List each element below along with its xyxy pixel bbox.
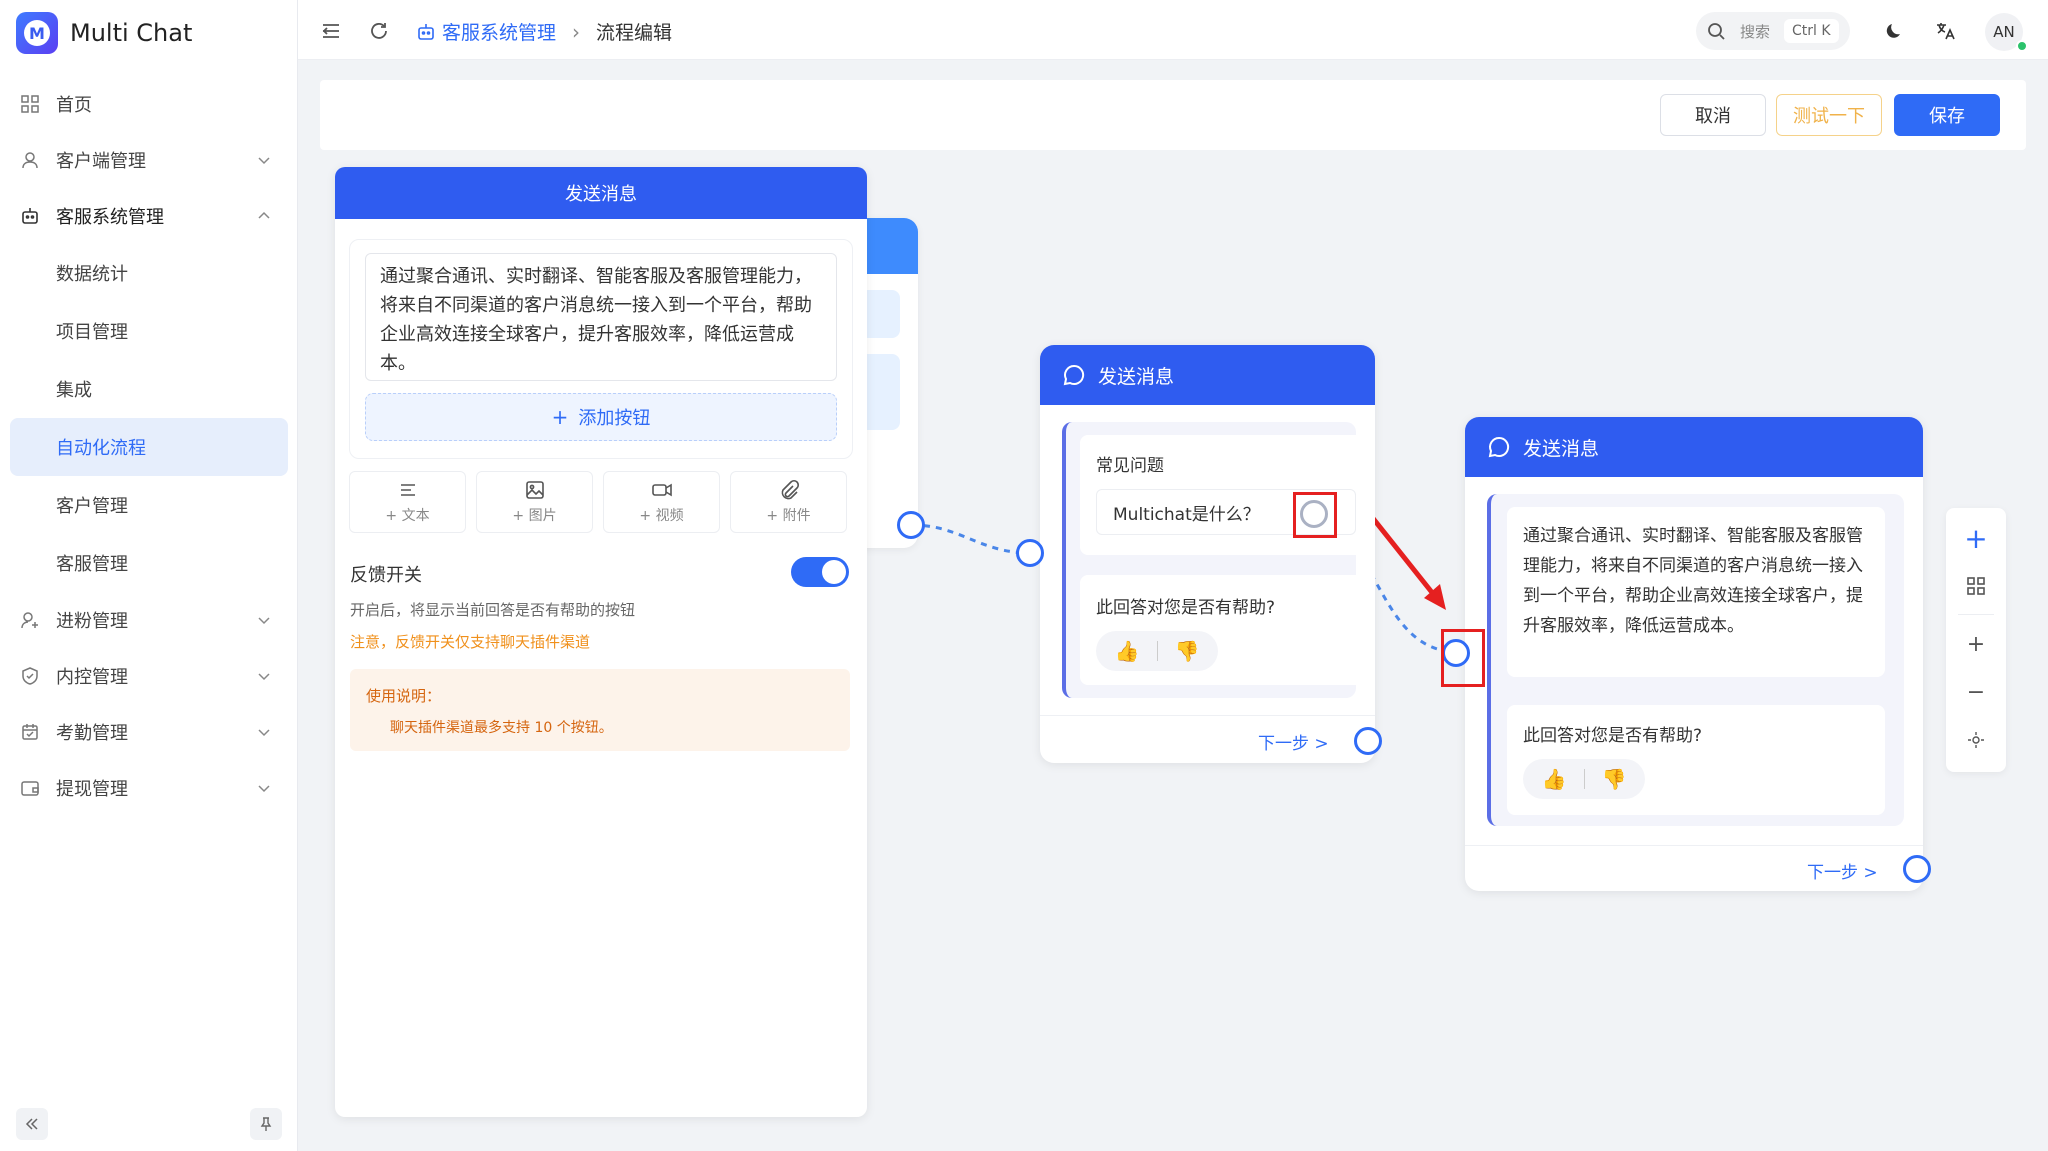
paperclip-icon <box>781 479 799 500</box>
next-step-link[interactable]: 下一步 > <box>1258 729 1329 754</box>
node-divider <box>1040 715 1375 716</box>
canvas-zoom-toolbar: + + − <box>1946 508 2006 772</box>
chat-bubble-icon <box>1488 436 1510 458</box>
faq-question-label: Multichat是什么？ <box>1113 504 1260 525</box>
plus-icon: + <box>551 405 569 429</box>
add-text-button[interactable]: + 文本 <box>349 471 466 533</box>
output-port[interactable] <box>1354 727 1382 755</box>
toggle-knob <box>822 560 846 584</box>
panel-title: 发送消息 <box>335 167 867 219</box>
add-node-icon[interactable]: + <box>1964 522 1988 555</box>
divider <box>1156 641 1158 661</box>
usage-notice: 使用说明： 聊天插件渠道最多支持 10 个按钮。 <box>350 669 850 751</box>
type-button-label: + 图片 <box>512 508 557 524</box>
thumbs-up-icon[interactable]: 👍 <box>1115 639 1140 663</box>
node-edit-panel: 发送消息 通过聚合通讯、实时翻译、智能客服及客服管理能力，将来自不同渠道的客户消… <box>335 167 867 1117</box>
type-button-label: + 文本 <box>385 508 430 524</box>
feedback-buttons: 👍 👎 <box>1523 759 1645 799</box>
feedback-buttons: 👍 👎 <box>1096 631 1218 671</box>
flow-node-answer[interactable]: 发送消息 通过聚合通讯、实时翻译、智能客服及客服管理能力，将来自不同渠道的客户消… <box>1465 417 1923 891</box>
annotation-box <box>1293 492 1337 538</box>
annotation-box <box>1441 629 1485 687</box>
zoom-out-icon[interactable]: − <box>1964 680 1988 705</box>
thumbs-down-icon[interactable]: 👎 <box>1175 639 1200 663</box>
fit-view-icon[interactable] <box>1964 728 1988 752</box>
divider <box>1583 769 1585 789</box>
image-icon <box>525 481 544 499</box>
usage-text: 聊天插件渠道最多支持 10 个按钮。 <box>390 720 613 736</box>
output-port[interactable] <box>897 511 925 539</box>
output-port[interactable] <box>1903 855 1931 883</box>
add-image-button[interactable]: + 图片 <box>476 471 593 533</box>
node-divider <box>1465 845 1923 846</box>
zoom-in-icon[interactable]: + <box>1964 632 1988 657</box>
video-icon <box>651 483 672 497</box>
type-button-label: + 视频 <box>639 508 684 524</box>
feedback-warning: 注意，反馈开关仅支持聊天插件渠道 <box>350 633 591 651</box>
usage-title: 使用说明： <box>366 687 442 705</box>
feedback-switch-title: 反馈开关 <box>350 565 422 586</box>
layout-grid-icon[interactable] <box>1964 574 1988 598</box>
input-port[interactable] <box>1016 539 1044 567</box>
add-video-button[interactable]: + 视频 <box>603 471 720 533</box>
node-header: 发送消息 <box>1040 345 1375 405</box>
type-button-label: + 附件 <box>766 508 811 524</box>
message-textarea[interactable]: 通过聚合通讯、实时翻译、智能客服及客服管理能力，将来自不同渠道的客户消息统一接入… <box>365 253 837 381</box>
faq-section-label: 常见问题 <box>1096 456 1164 476</box>
next-step-link[interactable]: 下一步 > <box>1807 858 1878 883</box>
toolbar-divider <box>1958 614 1994 615</box>
node-header: 发送消息 <box>1465 417 1923 477</box>
flow-node-faq[interactable]: 发送消息 常见问题 Multichat是什么？ 此回答对您是否有帮助? 👍 👎 下… <box>1040 345 1375 763</box>
add-button-label: 添加按钮 <box>578 408 651 429</box>
add-button-button[interactable]: + 添加按钮 <box>365 393 837 441</box>
add-attachment-button[interactable]: + 附件 <box>730 471 847 533</box>
feedback-question: 此回答对您是否有帮助? <box>1096 598 1276 618</box>
node-title: 发送消息 <box>1523 437 1600 460</box>
feedback-toggle[interactable] <box>791 557 849 587</box>
thumbs-down-icon[interactable]: 👎 <box>1602 767 1627 791</box>
chat-bubble-icon <box>1063 364 1085 386</box>
answer-message: 通过聚合通讯、实时翻译、智能客服及客服管理能力，将来自不同渠道的客户消息统一接入… <box>1507 507 1885 677</box>
feedback-description: 开启后，将显示当前回答是否有帮助的按钮 <box>350 601 636 619</box>
feedback-question: 此回答对您是否有帮助? <box>1523 726 1703 746</box>
thumbs-up-icon[interactable]: 👍 <box>1542 767 1567 791</box>
text-lines-icon <box>400 484 415 496</box>
node-title: 发送消息 <box>1098 365 1175 388</box>
connector-line <box>911 523 1031 555</box>
